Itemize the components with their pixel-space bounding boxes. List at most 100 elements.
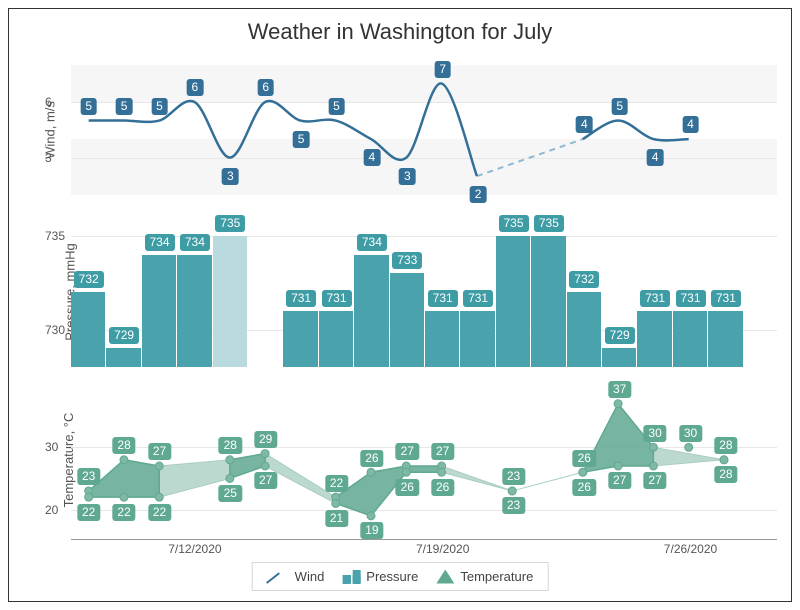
data-label: 7 (434, 61, 451, 78)
bar[interactable] (71, 292, 105, 367)
ytick: 30 (45, 440, 58, 454)
legend-item-temperature[interactable]: Temperature (436, 569, 533, 584)
data-label: 734 (144, 234, 174, 251)
xtick: 7/12/2020 (168, 542, 221, 556)
data-label: 27 (643, 472, 666, 489)
area-icon (436, 570, 454, 584)
bar[interactable] (354, 255, 388, 368)
line-icon (267, 570, 289, 584)
ytick: 735 (45, 229, 65, 243)
data-label: 4 (682, 116, 699, 133)
ytick: 6 (45, 95, 52, 109)
bar[interactable] (177, 255, 211, 368)
data-label: 734 (180, 234, 210, 251)
data-label: 735 (215, 215, 245, 232)
data-label: 27 (608, 472, 631, 489)
chart-frame: Weather in Washington for July Wind, m/s… (8, 8, 792, 602)
xtick: 7/19/2020 (416, 542, 469, 556)
data-label: 22 (148, 504, 171, 521)
data-label: 26 (360, 450, 383, 467)
legend-label: Temperature (460, 569, 533, 584)
legend-label: Wind (295, 569, 325, 584)
data-label: 28 (219, 437, 242, 454)
data-label: 29 (254, 431, 277, 448)
data-label: 28 (714, 437, 737, 454)
data-label: 22 (112, 504, 135, 521)
legend-item-pressure[interactable]: Pressure (342, 569, 418, 584)
legend: Wind Pressure Temperature (252, 562, 549, 591)
bar[interactable] (637, 311, 671, 367)
data-label: 729 (605, 327, 635, 344)
pane-wind: Wind, m/s 6 3 5556365543724544 (71, 65, 777, 195)
data-label: 5 (116, 98, 133, 115)
bar[interactable] (319, 311, 353, 367)
data-label: 21 (325, 510, 348, 527)
data-label: 2 (470, 186, 487, 203)
data-label: 30 (679, 425, 702, 442)
bar[interactable] (673, 311, 707, 367)
data-label: 6 (187, 79, 204, 96)
bar[interactable] (106, 348, 140, 367)
data-label: 735 (534, 215, 564, 232)
data-label: 4 (576, 116, 593, 133)
data-label: 23 (502, 497, 525, 514)
data-label: 23 (502, 468, 525, 485)
bar[interactable] (425, 311, 459, 367)
data-label: 5 (611, 98, 628, 115)
data-label: 25 (219, 485, 242, 502)
data-label: 734 (357, 234, 387, 251)
ytick: 730 (45, 323, 65, 337)
data-label: 731 (463, 290, 493, 307)
data-label: 26 (573, 479, 596, 496)
bar[interactable] (567, 292, 601, 367)
data-label: 733 (392, 252, 422, 269)
data-label: 6 (257, 79, 274, 96)
data-label: 4 (647, 149, 664, 166)
data-label: 729 (109, 327, 139, 344)
data-label: 37 (608, 381, 631, 398)
ytick: 3 (45, 151, 52, 165)
xtick: 7/26/2020 (664, 542, 717, 556)
data-label: 735 (498, 215, 528, 232)
data-label: 26 (431, 479, 454, 496)
bar[interactable] (390, 273, 424, 367)
data-label: 30 (643, 425, 666, 442)
data-label: 4 (364, 149, 381, 166)
data-label: 731 (321, 290, 351, 307)
data-label: 27 (396, 443, 419, 460)
bar-icon (342, 570, 360, 584)
data-label: 22 (325, 475, 348, 492)
bar[interactable] (460, 311, 494, 367)
legend-item-wind[interactable]: Wind (267, 569, 325, 584)
bar[interactable] (708, 311, 742, 367)
bar[interactable] (283, 311, 317, 367)
data-label: 5 (293, 131, 310, 148)
ytick: 20 (45, 503, 58, 517)
bar[interactable] (213, 236, 247, 367)
data-label: 731 (428, 290, 458, 307)
data-label: 3 (399, 168, 416, 185)
data-label: 28 (714, 466, 737, 483)
data-label: 3 (222, 168, 239, 185)
data-label: 731 (286, 290, 316, 307)
data-label: 27 (148, 443, 171, 460)
bar[interactable] (531, 236, 565, 367)
data-label: 26 (573, 450, 596, 467)
data-label: 19 (360, 522, 383, 539)
bar[interactable] (602, 348, 636, 367)
data-label: 27 (254, 472, 277, 489)
data-label: 22 (77, 504, 100, 521)
data-label: 731 (640, 290, 670, 307)
bar[interactable] (142, 255, 176, 368)
data-label: 26 (396, 479, 419, 496)
pane-temperature: Temperature, °C 30 20 232228222722282529… (71, 385, 777, 535)
data-label: 732 (74, 271, 104, 288)
data-label: 5 (151, 98, 168, 115)
data-label: 732 (569, 271, 599, 288)
data-label: 5 (328, 98, 345, 115)
bar[interactable] (496, 236, 530, 367)
legend-label: Pressure (366, 569, 418, 584)
data-label: 731 (675, 290, 705, 307)
x-axis: 7/12/2020 7/19/2020 7/26/2020 (71, 539, 777, 557)
data-label: 23 (77, 468, 100, 485)
